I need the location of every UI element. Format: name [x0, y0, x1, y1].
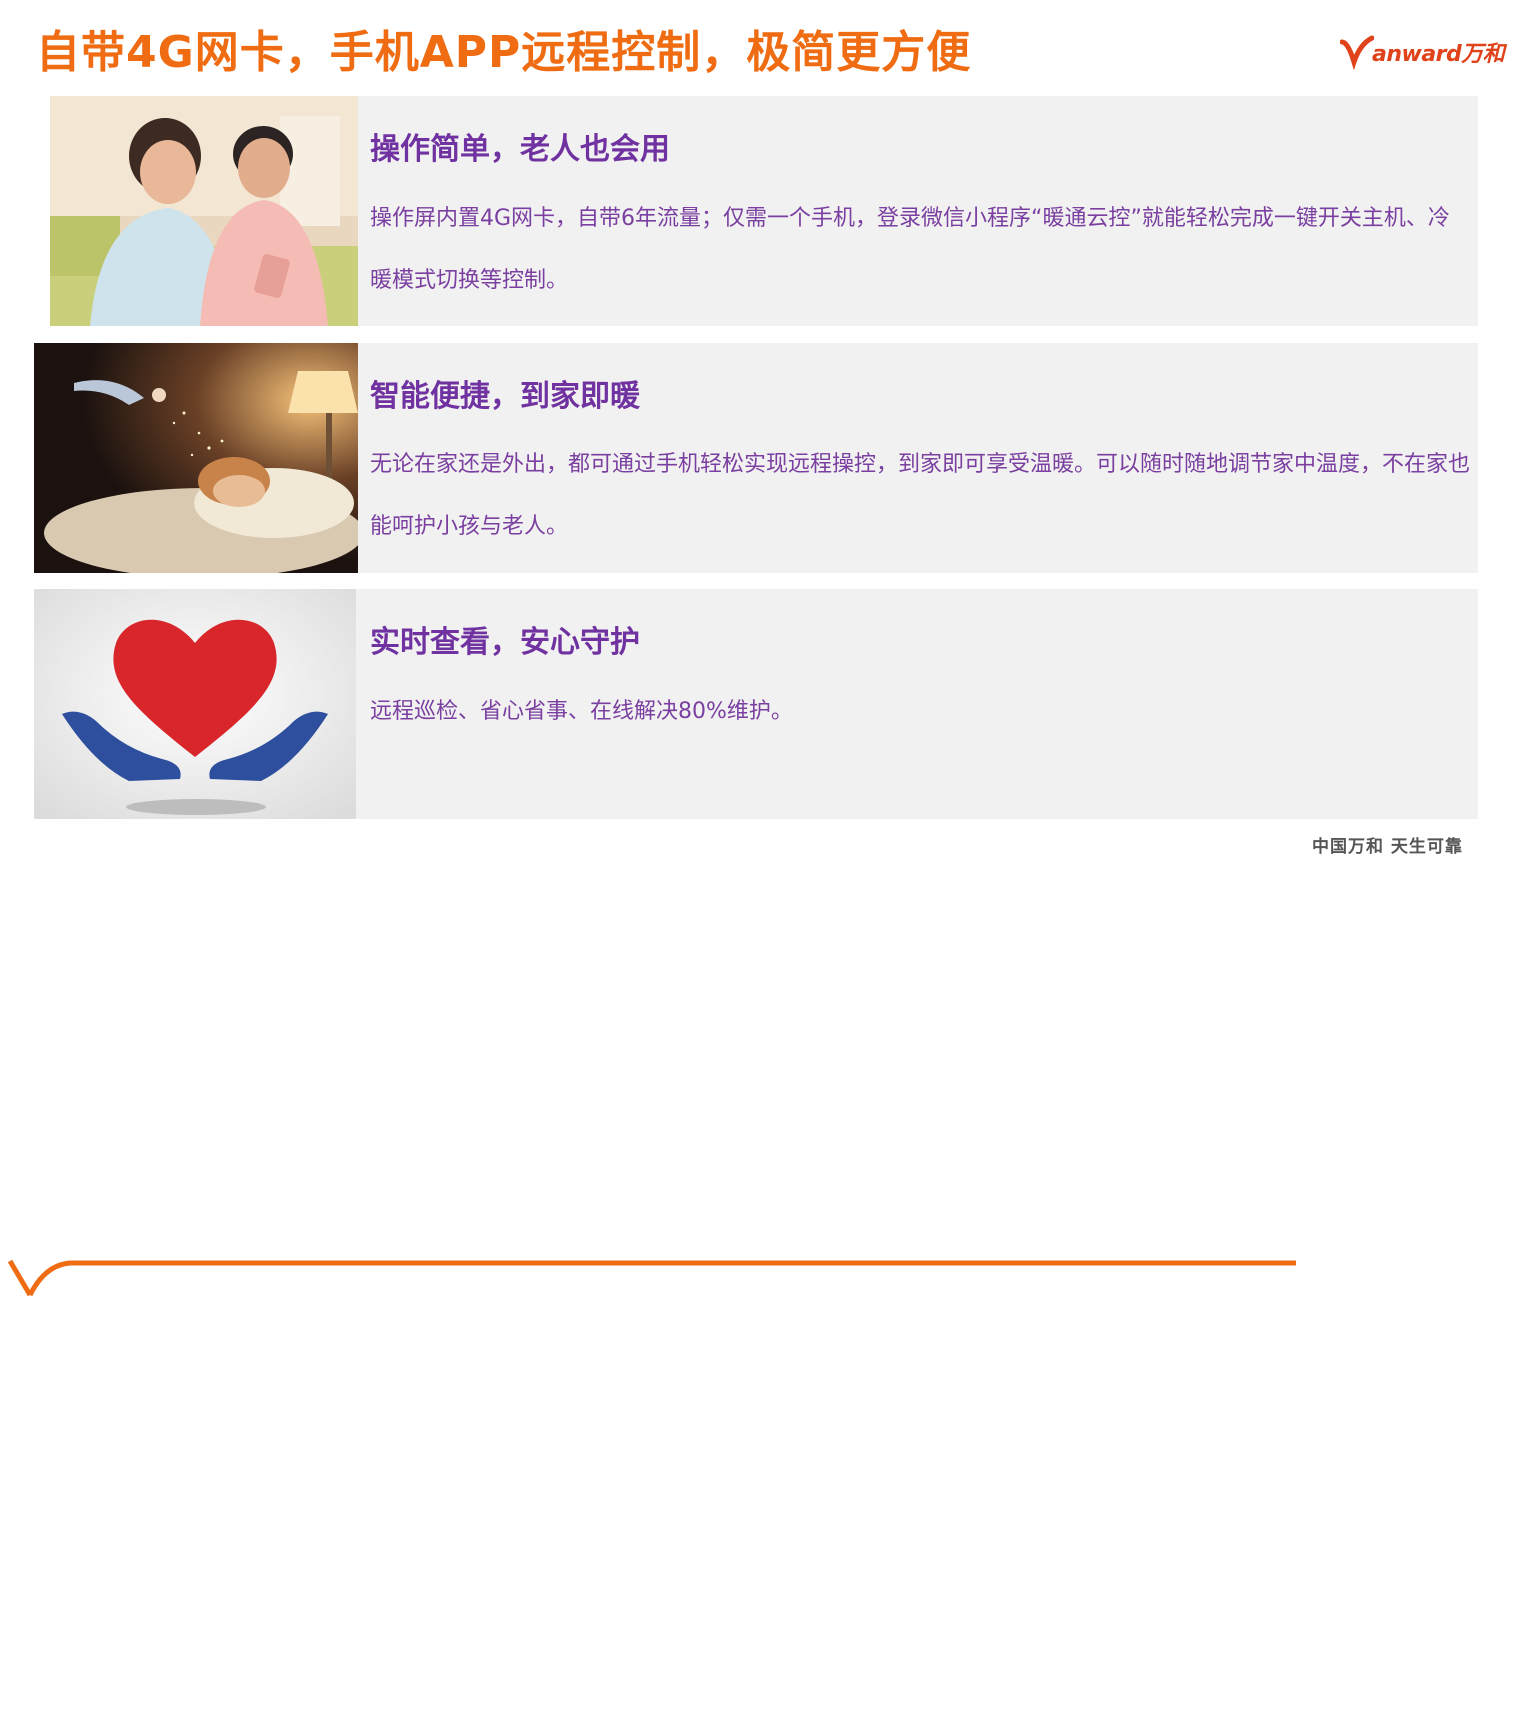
- feature-heading-3: 实时查看，安心守护: [370, 625, 640, 660]
- footer-swoosh: [7, 1259, 1296, 1297]
- elderly-couple-image: [50, 96, 358, 326]
- feature-heading-2: 智能便捷，到家即暖: [370, 379, 640, 414]
- feature-body-3: 远程巡检、省心省事、在线解决80%维护。: [370, 699, 793, 724]
- logo-text: anward万和: [1372, 42, 1505, 67]
- heart-hands-image: [34, 589, 356, 819]
- feature-heading-1: 操作简单，老人也会用: [370, 132, 670, 167]
- footer-slogan: 中国万和 天生可靠: [1312, 837, 1463, 857]
- logo-v-icon: [1339, 35, 1375, 71]
- feature-body-2: 无论在家还是外出，都可通过手机轻松实现远程操控，到家即可享受温暖。可以随时随地调…: [370, 452, 1471, 539]
- feature-body-1: 操作屏内置4G网卡，自带6年流量；仅需一个手机，登录微信小程序“暖通云控”就能轻…: [370, 206, 1450, 293]
- sleeping-child-image: [34, 343, 358, 573]
- vanward-logo: anward万和: [1339, 34, 1510, 71]
- page-title: 自带4G网卡，手机APP远程控制，极简更方便: [36, 27, 972, 78]
